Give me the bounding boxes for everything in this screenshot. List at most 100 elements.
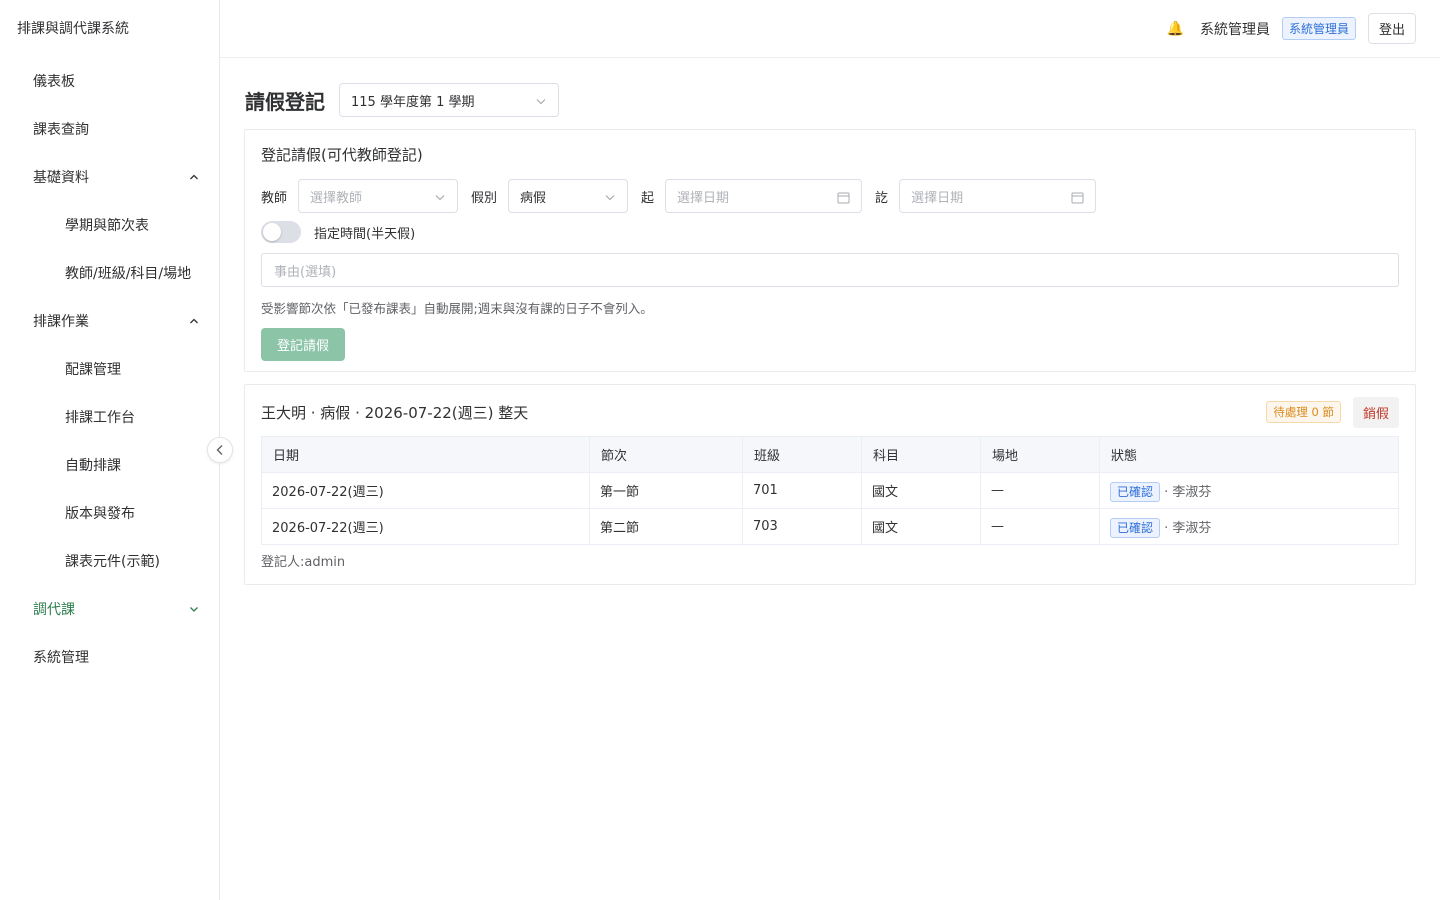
cell-period: 第一節 xyxy=(589,472,743,509)
term-select-value: 115 學年度第 1 學期 xyxy=(351,94,475,110)
start-date-label: 起 xyxy=(641,190,655,206)
column-header-period: 節次 xyxy=(589,436,743,473)
toggle-knob xyxy=(263,223,281,241)
chevron-down-icon xyxy=(190,607,198,612)
logout-button[interactable]: 登出 xyxy=(1367,13,1416,44)
sidebar-item-dashboard[interactable]: 儀表板 xyxy=(0,57,219,105)
cell-subject: 國文 xyxy=(861,508,981,545)
chevron-up-icon xyxy=(190,318,198,324)
teacher-select[interactable]: 選擇教師 xyxy=(298,179,459,213)
chevron-up-icon xyxy=(190,174,198,180)
form-hint: 受影響節次依「已發布課表」自動展開;週末與沒有課的日子不會列入。 xyxy=(261,301,653,316)
sidebar-item-label: 學期與節次表 xyxy=(65,218,149,234)
cell-status: 已確認 · 李淑芬 xyxy=(1099,472,1399,509)
column-header-class: 班級 xyxy=(742,436,862,473)
sidebar-item-label: 調代課 xyxy=(33,602,75,618)
table-row: 2026-07-22(週三) 第二節 703 國文 — 已確認 · 李淑芬 xyxy=(261,508,1399,545)
sidebar-item-label: 自動排課 xyxy=(65,458,121,474)
sidebar-item-label: 儀表板 xyxy=(33,74,75,90)
page-title: 請假登記 xyxy=(245,89,325,114)
sidebar-item-label: 基礎資料 xyxy=(33,170,89,186)
sidebar-item-label: 排課工作台 xyxy=(65,410,135,426)
bell-icon[interactable]: 🔔 xyxy=(1167,21,1184,37)
substitute-teacher: · 李淑芬 xyxy=(1164,521,1212,536)
teacher-label: 教師 xyxy=(261,190,288,206)
sidebar-item-scheduling[interactable]: 排課作業 xyxy=(0,297,219,345)
leave-type-select[interactable]: 病假 xyxy=(508,179,629,213)
top-header: 🔔 系統管理員 系統管理員 登出 xyxy=(220,0,1440,58)
column-header-date: 日期 xyxy=(261,436,590,473)
role-badge: 系統管理員 xyxy=(1281,17,1356,40)
sidebar-item-versions-publish[interactable]: 版本與發布 xyxy=(0,489,219,537)
recorder-info: 登記人:admin xyxy=(261,555,346,570)
sidebar-item-timetable-demo[interactable]: 課表元件(示範) xyxy=(0,537,219,585)
sidebar-item-label: 配課管理 xyxy=(65,362,121,378)
sidebar-item-timetable-query[interactable]: 課表查詢 xyxy=(0,105,219,153)
end-date-picker[interactable]: 選擇日期 xyxy=(899,179,1097,213)
chevron-down-icon xyxy=(435,195,445,201)
start-date-picker[interactable]: 選擇日期 xyxy=(665,179,863,213)
app-title: 排課與調代課系統 xyxy=(17,20,129,37)
half-day-label: 指定時間(半天假) xyxy=(314,226,416,242)
leave-type-value: 病假 xyxy=(520,190,547,206)
leave-record-card: 王大明 · 病假 · 2026-07-22(週三) 整天 待處理 0 節 銷假 … xyxy=(244,384,1416,585)
sidebar-item-system-admin[interactable]: 系統管理 xyxy=(0,633,219,681)
half-day-toggle[interactable] xyxy=(261,221,301,243)
calendar-icon xyxy=(1071,192,1084,204)
sidebar-item-label: 系統管理 xyxy=(33,650,89,666)
substitute-teacher: · 李淑芬 xyxy=(1164,485,1212,500)
cell-subject: 國文 xyxy=(861,472,981,509)
cell-room: — xyxy=(980,508,1100,545)
chevron-left-icon xyxy=(216,445,223,455)
sidebar-item-label: 課表元件(示範) xyxy=(65,554,160,570)
form-row-main: 教師 選擇教師 假別 病假 起 選擇日期 訖 選擇日期 xyxy=(261,179,1399,213)
status-badge: 已確認 xyxy=(1110,482,1161,502)
cancel-leave-button[interactable]: 銷假 xyxy=(1352,396,1399,428)
cell-date: 2026-07-22(週三) xyxy=(261,508,590,545)
cell-date: 2026-07-22(週三) xyxy=(261,472,590,509)
start-date-placeholder: 選擇日期 xyxy=(677,190,730,206)
cell-class: 701 xyxy=(742,472,862,509)
teacher-select-placeholder: 選擇教師 xyxy=(310,190,363,206)
sidebar-item-course-assignment[interactable]: 配課管理 xyxy=(0,345,219,393)
cell-room: — xyxy=(980,472,1100,509)
calendar-icon xyxy=(837,192,850,204)
term-select[interactable]: 115 學年度第 1 學期 xyxy=(339,83,559,117)
half-day-row: 指定時間(半天假) xyxy=(261,219,1399,245)
sidebar-item-substitution[interactable]: 調代課 xyxy=(0,585,219,633)
form-title: 登記請假(可代教師登記) xyxy=(261,146,423,164)
sidebar-item-teachers-classes[interactable]: 教師/班級/科目/場地 xyxy=(0,249,219,297)
cell-class: 703 xyxy=(742,508,862,545)
end-date-placeholder: 選擇日期 xyxy=(911,190,964,206)
sidebar-item-label: 教師/班級/科目/場地 xyxy=(65,266,192,282)
leave-form-card: 登記請假(可代教師登記) 教師 選擇教師 假別 病假 起 選擇日期 訖 選擇日期 xyxy=(244,129,1416,372)
record-actions: 待處理 0 節 銷假 xyxy=(1266,396,1399,428)
leave-type-label: 假別 xyxy=(471,190,498,206)
sidebar-item-label: 版本與發布 xyxy=(65,506,135,522)
sidebar-item-label: 排課作業 xyxy=(33,314,89,330)
user-name: 系統管理員 xyxy=(1199,21,1270,38)
affected-periods-table: 日期 節次 班級 科目 場地 狀態 2026-07-22(週三) 第一節 701… xyxy=(261,436,1399,545)
sidebar-item-auto-scheduling[interactable]: 自動排課 xyxy=(0,441,219,489)
sidebar-item-basic-data[interactable]: 基礎資料 xyxy=(0,153,219,201)
table-header-row: 日期 節次 班級 科目 場地 狀態 xyxy=(261,436,1399,473)
sidebar-item-scheduling-workbench[interactable]: 排課工作台 xyxy=(0,393,219,441)
table-row: 2026-07-22(週三) 第一節 701 國文 — 已確認 · 李淑芬 xyxy=(261,472,1399,509)
record-header: 王大明 · 病假 · 2026-07-22(週三) 整天 待處理 0 節 銷假 xyxy=(261,396,1399,428)
sidebar-item-terms-periods[interactable]: 學期與節次表 xyxy=(0,201,219,249)
sidebar: 排課與調代課系統 儀表板 課表查詢 基礎資料 學期與節次表 教師/班級/科目/場… xyxy=(0,0,220,900)
cell-status: 已確認 · 李淑芬 xyxy=(1099,508,1399,545)
column-header-status: 狀態 xyxy=(1099,436,1399,473)
main-content: 請假登記 115 學年度第 1 學期 登記請假(可代教師登記) 教師 選擇教師 … xyxy=(220,58,1440,900)
pending-badge: 待處理 0 節 xyxy=(1266,401,1341,423)
sidebar-menu: 儀表板 課表查詢 基礎資料 學期與節次表 教師/班級/科目/場地 排課作業 配課… xyxy=(0,57,219,681)
column-header-subject: 科目 xyxy=(861,436,981,473)
sidebar-collapse-button[interactable] xyxy=(207,437,233,463)
sidebar-item-label: 課表查詢 xyxy=(33,122,89,138)
chevron-down-icon xyxy=(605,195,615,201)
page-title-row: 請假登記 115 學年度第 1 學期 xyxy=(244,83,1416,117)
status-badge: 已確認 xyxy=(1110,518,1161,538)
submit-leave-button[interactable]: 登記請假 xyxy=(261,328,345,361)
reason-input[interactable]: 事由(選填) xyxy=(261,253,1399,287)
cell-period: 第二節 xyxy=(589,508,743,545)
